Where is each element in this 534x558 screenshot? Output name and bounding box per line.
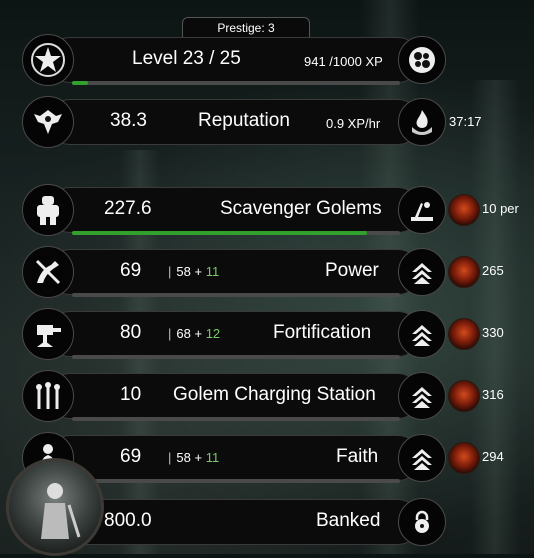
- divider: |: [168, 326, 172, 341]
- faith-upgrade-button[interactable]: [398, 434, 446, 482]
- level-progress-bar: [72, 81, 400, 85]
- upgrade-row-fortification: 80 | 68 + 12 Fortification: [22, 308, 446, 360]
- banked-label: Banked: [316, 510, 381, 531]
- banked-button[interactable]: [398, 498, 446, 546]
- level-text: Level 23 / 25: [132, 48, 241, 69]
- charging-progress-bar: [72, 417, 400, 421]
- reputation-rate: 0.9 XP/hr: [326, 116, 381, 131]
- faith-progress-bar: [72, 479, 400, 483]
- demon-face-icon: [448, 318, 480, 350]
- golems-cost: 10 per: [482, 201, 519, 216]
- chevron-up-icon: [412, 449, 432, 470]
- demon-face-icon: [448, 380, 480, 412]
- power-label: Power: [325, 260, 379, 281]
- crossed-arm-icon: [35, 259, 61, 285]
- fortification-label: Fortification: [273, 322, 372, 343]
- level-row: Level 23 / 25 941 /1000 XP: [22, 34, 446, 86]
- golems-progress-bar: [72, 231, 400, 235]
- fortification-cost: 330: [482, 325, 504, 340]
- golem-icon: [37, 196, 59, 225]
- background-pillar: [470, 80, 520, 554]
- divider: |: [168, 450, 172, 465]
- power-base: 58: [176, 264, 191, 279]
- divider: |: [168, 264, 172, 279]
- reputation-action-button[interactable]: [398, 98, 446, 146]
- charging-emblem: [22, 370, 74, 422]
- charging-cost: 316: [482, 387, 504, 402]
- knight-figure-icon: [41, 483, 81, 539]
- faith-cost: 294: [482, 449, 504, 464]
- faith-base: 58: [176, 450, 191, 465]
- xp-orbs-button[interactable]: [398, 36, 446, 84]
- reputation-row: 38.3 Reputation 0.9 XP/hr: [22, 96, 446, 148]
- power-upgrade-button[interactable]: [398, 248, 446, 296]
- level-emblem: [22, 34, 74, 86]
- power-cost: 265: [482, 263, 504, 278]
- power-emblem: [22, 246, 74, 298]
- chevron-up-icon: [412, 325, 432, 346]
- reputation-label: Reputation: [198, 110, 290, 131]
- star-emblem-icon: [31, 43, 65, 77]
- level-progress-fill: [72, 81, 89, 85]
- faith-bonus: 11: [205, 450, 220, 465]
- charging-label: Golem Charging Station: [173, 384, 376, 405]
- charging-upgrade-button[interactable]: [398, 372, 446, 420]
- reputation-value: 38.3: [110, 110, 147, 131]
- winged-emblem-icon: [34, 110, 62, 134]
- golem-emblem: [22, 184, 74, 236]
- upgrade-row-charging: 10 Golem Charging Station: [22, 370, 446, 422]
- demon-face-icon: [448, 194, 480, 226]
- golems-label: Scavenger Golems: [220, 198, 382, 219]
- xp-text: 941 /1000 XP: [304, 54, 383, 69]
- upgrade-row-power: 69 | 58 + 11 Power: [22, 246, 446, 298]
- demon-face-icon: [448, 442, 480, 474]
- fortification-breakdown: | 68 + 12: [168, 326, 221, 341]
- player-avatar[interactable]: [6, 458, 104, 556]
- golems-row: 227.6 Scavenger Golems: [22, 184, 446, 236]
- workshop-icon: [411, 202, 433, 221]
- power-bonus: 11: [205, 264, 220, 279]
- fortification-progress-bar: [72, 355, 400, 359]
- turret-icon: [37, 325, 61, 347]
- banked-value: 800.0: [104, 510, 152, 531]
- chevron-up-icon: [412, 387, 432, 408]
- fortification-base: 68: [176, 326, 191, 341]
- fortification-value: 80: [120, 322, 142, 343]
- faith-breakdown: | 58 + 11: [168, 450, 220, 465]
- fortification-upgrade-button[interactable]: [398, 310, 446, 358]
- faith-value: 69: [120, 446, 142, 467]
- reputation-timer: 37:17: [449, 114, 482, 129]
- golems-action-button[interactable]: [398, 186, 446, 234]
- chevron-up-icon: [412, 263, 432, 284]
- power-progress-bar: [72, 293, 400, 297]
- fortification-emblem: [22, 308, 74, 360]
- tesla-coil-icon: [36, 382, 60, 409]
- charging-value: 10: [120, 384, 142, 405]
- golems-progress-fill: [72, 231, 368, 235]
- fortification-bonus: 12: [205, 326, 221, 341]
- power-breakdown: | 58 + 11: [168, 264, 220, 279]
- reputation-emblem: [22, 96, 74, 148]
- faith-label: Faith: [336, 446, 379, 467]
- fire-hand-icon: [412, 110, 432, 135]
- demon-face-icon: [448, 256, 480, 288]
- padlock-icon: [415, 510, 429, 533]
- golems-value: 227.6: [104, 198, 152, 219]
- orbs-icon: [409, 47, 435, 73]
- power-value: 69: [120, 260, 142, 281]
